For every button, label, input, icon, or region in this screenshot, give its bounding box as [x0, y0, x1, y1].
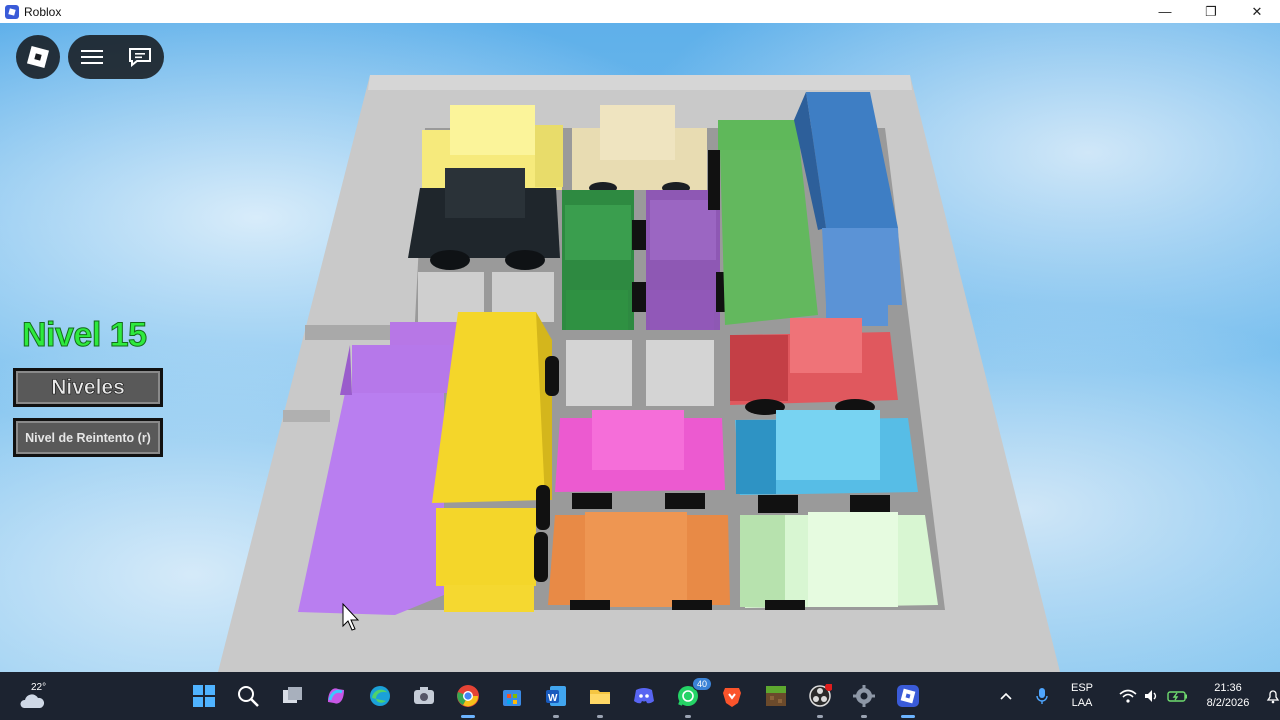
brave-icon[interactable] [718, 682, 746, 710]
minecraft-icon[interactable] [762, 682, 790, 710]
retry-level-button[interactable]: Nivel de Reintento (r) [13, 418, 163, 457]
search-icon[interactable] [234, 682, 262, 710]
level-label: Nivel 15 [22, 316, 148, 355]
purple-car[interactable] [646, 190, 728, 330]
obs-icon[interactable] [806, 682, 834, 718]
close-button[interactable]: ✕ [1234, 0, 1280, 23]
language-code: ESP [1070, 682, 1093, 694]
svg-text:W: W [548, 693, 558, 704]
empty-cell [566, 340, 632, 406]
wifi-icon[interactable] [1116, 689, 1140, 703]
edge-icon[interactable] [366, 682, 394, 710]
microphone-icon[interactable] [1024, 687, 1060, 705]
levels-button[interactable]: Niveles [13, 368, 163, 407]
orange-car[interactable] [548, 512, 730, 610]
game-viewport[interactable]: Nivel 15 Niveles Nivel de Reintento (r) [0, 23, 1280, 672]
word-icon[interactable]: W [542, 682, 570, 718]
clock-time: 21:36 [1214, 682, 1242, 694]
chrome-icon[interactable] [454, 682, 482, 718]
hamburger-icon [81, 50, 103, 64]
keyboard-layout: LAA [1071, 697, 1093, 709]
roblox-top-menu [68, 35, 164, 79]
chat-icon [129, 48, 151, 67]
copilot-icon[interactable] [322, 682, 350, 710]
hamburger-menu-button[interactable] [68, 35, 116, 79]
volume-icon[interactable] [1140, 689, 1164, 703]
roblox-icon[interactable] [894, 682, 922, 718]
settings-icon[interactable] [850, 682, 878, 718]
discord-icon[interactable] [630, 682, 658, 710]
board-top-edge [368, 75, 912, 90]
clock[interactable]: 21:36 8/2/2026 [1196, 681, 1260, 711]
title-bar: Roblox — ❐ ✕ [0, 0, 1280, 23]
language-indicator[interactable]: ESP LAA [1062, 681, 1102, 711]
notification-bell-icon[interactable] [1262, 688, 1280, 704]
clock-date: 8/2/2026 [1206, 697, 1250, 709]
whatsapp-icon[interactable]: 40 [674, 677, 712, 718]
whatsapp-badge: 40 [692, 677, 712, 691]
weather-temp: 22° [31, 682, 47, 693]
mint-car[interactable] [740, 512, 938, 610]
weather-widget[interactable]: 22° [14, 680, 54, 712]
board-ledge [283, 410, 330, 422]
chat-button[interactable] [116, 35, 164, 79]
restore-button[interactable]: ❐ [1188, 0, 1234, 23]
camera-icon[interactable] [410, 682, 438, 710]
parking-puzzle-scene[interactable] [0, 23, 1280, 672]
roblox-logo-icon [26, 45, 50, 69]
tray-overflow-chevron-icon[interactable] [996, 692, 1016, 700]
dark-green-car[interactable] [562, 190, 646, 330]
board-ledge [305, 325, 390, 340]
empty-cell [646, 340, 714, 406]
cloud-icon [20, 694, 45, 708]
roblox-menu-logo-button[interactable] [16, 35, 60, 79]
roblox-app-icon [5, 4, 19, 19]
battery-icon[interactable] [1164, 690, 1192, 702]
window-title: Roblox [24, 4, 62, 19]
task-view-icon[interactable] [278, 682, 306, 710]
store-icon[interactable] [498, 682, 526, 710]
minimize-button[interactable]: — [1142, 0, 1188, 23]
taskbar: 22° W 40 ESP LAA 21:36 8/2/2026 [0, 672, 1280, 720]
system-tray: ESP LAA 21:36 8/2/2026 [996, 672, 1280, 720]
start-icon[interactable] [190, 682, 218, 710]
file-explorer-icon[interactable] [586, 682, 614, 718]
